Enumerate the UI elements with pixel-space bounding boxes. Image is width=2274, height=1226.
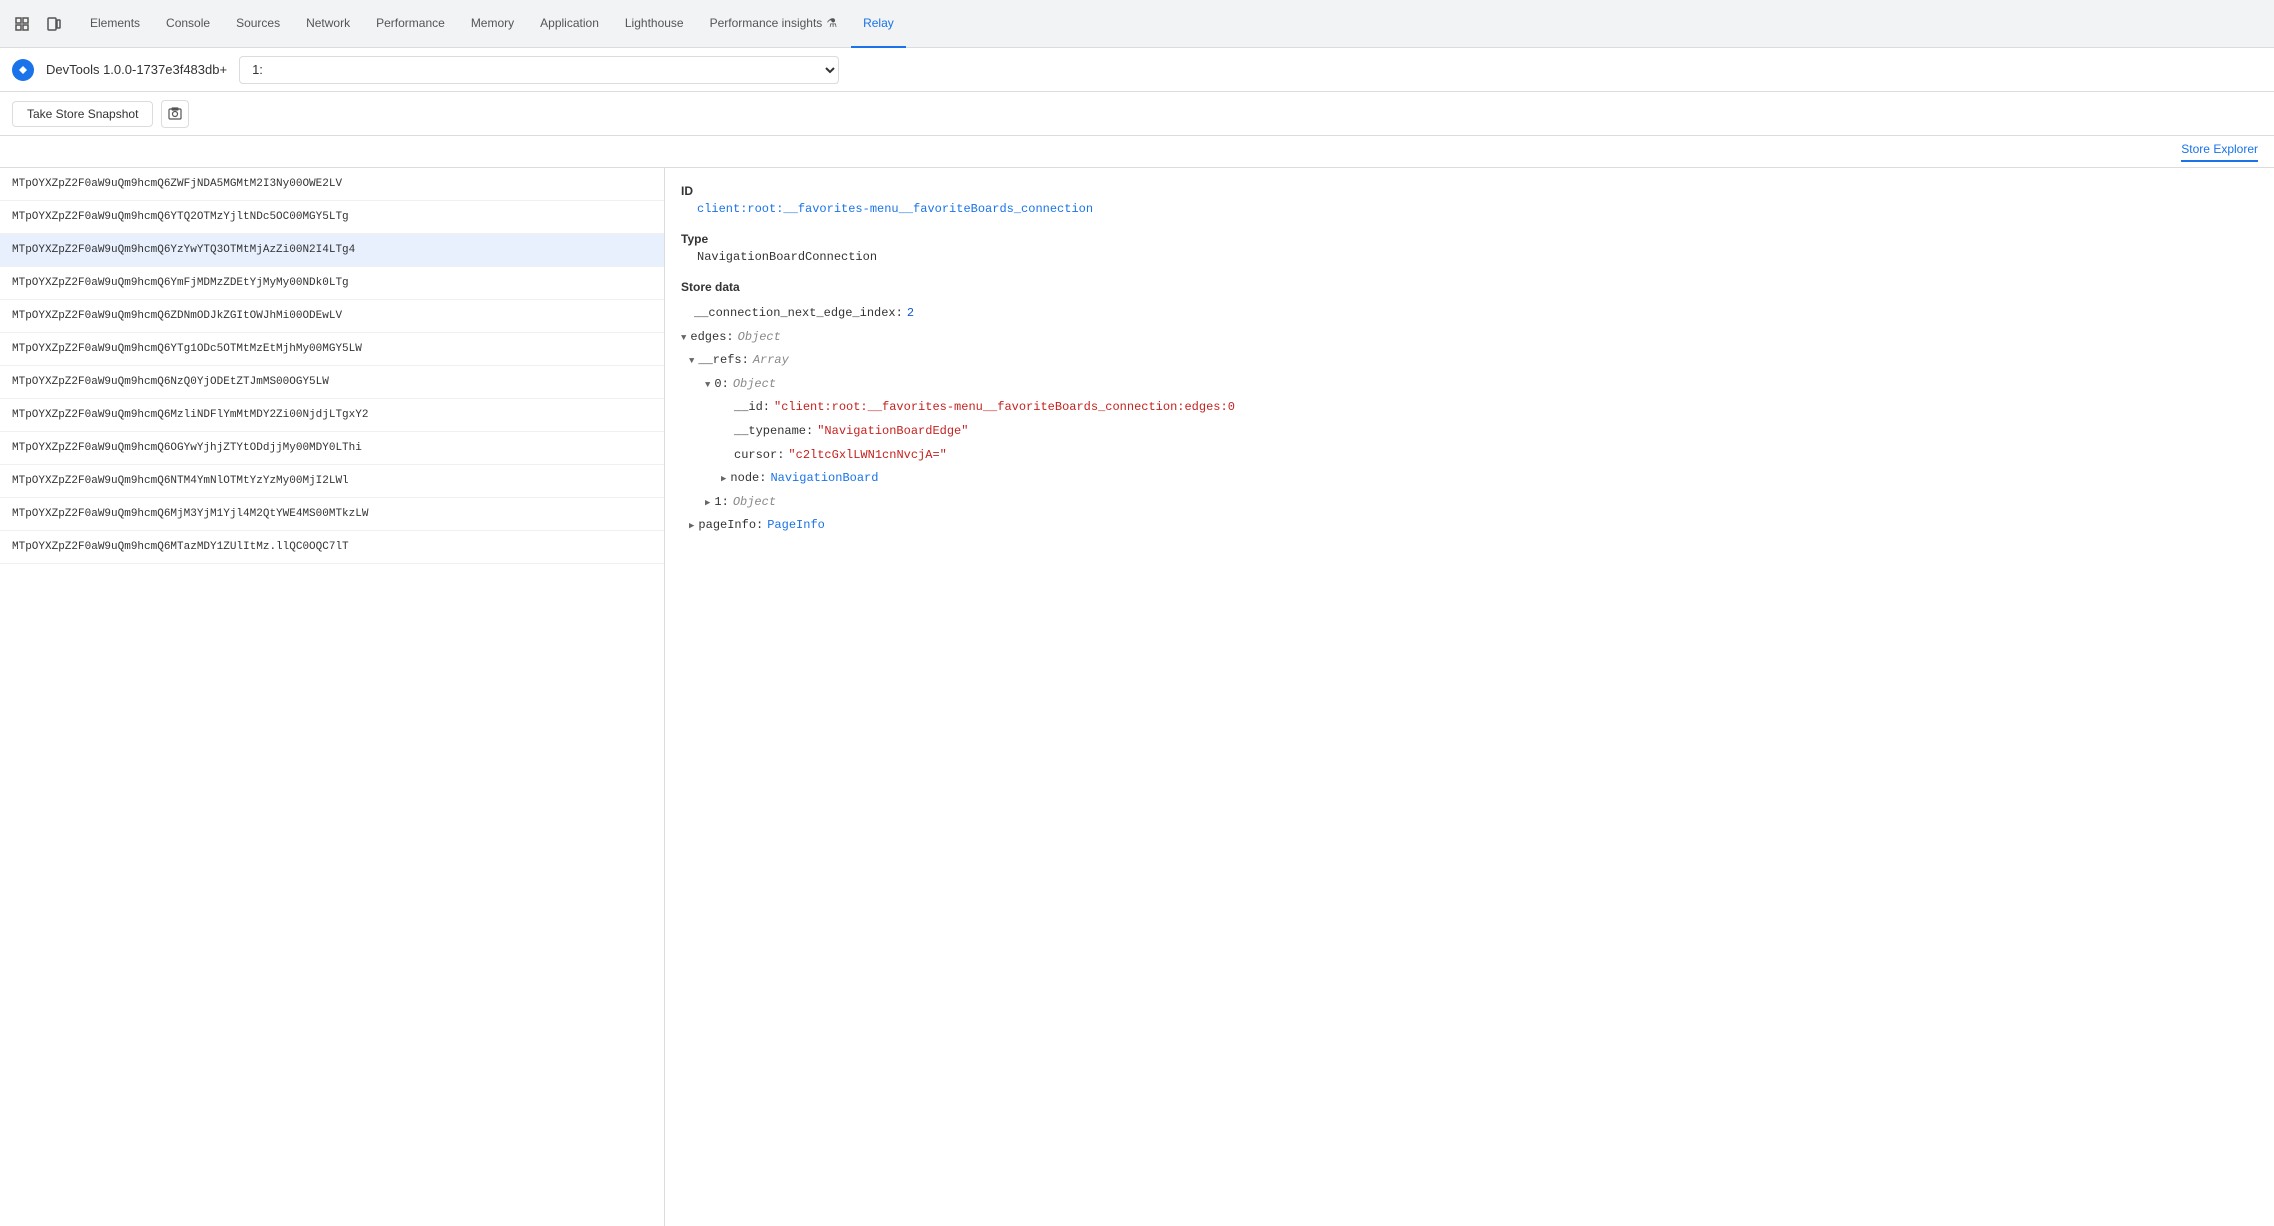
list-item[interactable]: MTpOYXZpZ2F0aW9uQm9hcmQ6MTazMDY1ZUlItMz.… xyxy=(0,531,664,564)
store-data-section: Store data __connection_next_edge_index:… xyxy=(681,280,2258,538)
tree-row-id: __id: "client:root:__favorites-menu__fav… xyxy=(681,396,2258,420)
tree-row-typename: __typename: "NavigationBoardEdge" xyxy=(681,420,2258,444)
tab-memory[interactable]: Memory xyxy=(459,0,526,48)
performance-insights-icon: ⚗ xyxy=(826,16,837,30)
list-item[interactable]: MTpOYXZpZ2F0aW9uQm9hcmQ6NTM4YmNlOTMtYzYz… xyxy=(0,465,664,498)
list-item[interactable]: MTpOYXZpZ2F0aW9uQm9hcmQ6ZWFjNDA5MGMtM2I3… xyxy=(0,168,664,201)
action-bar: Take Store Snapshot xyxy=(0,92,2274,136)
list-item[interactable]: MTpOYXZpZ2F0aW9uQm9hcmQ6YTg1ODc5OTMtMzEt… xyxy=(0,333,664,366)
list-item[interactable]: MTpOYXZpZ2F0aW9uQm9hcmQ6OGYwYjhjZTYtODdj… xyxy=(0,432,664,465)
list-item[interactable]: MTpOYXZpZ2F0aW9uQm9hcmQ6YmFjMDMzZDEtYjMy… xyxy=(0,267,664,300)
id-label: ID xyxy=(681,184,2258,198)
cursor-value: "c2ltcGxlLWN1cnNvcjA=" xyxy=(788,445,946,467)
nav-icon-group xyxy=(8,10,68,38)
list-item[interactable]: MTpOYXZpZ2F0aW9uQm9hcmQ6YzYwYTQ3OTMtMjAz… xyxy=(0,234,664,267)
tree-row-cursor: cursor: "c2ltcGxlLWN1cnNvcjA=" xyxy=(681,444,2258,468)
item1-type: Object xyxy=(733,492,776,514)
take-snapshot-button[interactable]: Take Store Snapshot xyxy=(12,101,153,127)
devtools-toolbar: DevTools 1.0.0-1737e3f483db+ 1: xyxy=(0,48,2274,92)
tree-row-connection-index: __connection_next_edge_index: 2 xyxy=(681,302,2258,326)
refs-type: Array xyxy=(753,350,789,372)
snapshot-icon-button[interactable] xyxy=(161,100,189,128)
list-item[interactable]: MTpOYXZpZ2F0aW9uQm9hcmQ6MjM3YjM1Yjl4M2Qt… xyxy=(0,498,664,531)
id-section: ID client:root:__favorites-menu__favorit… xyxy=(681,184,2258,216)
chevron-right-icon xyxy=(689,515,698,537)
tree-row-item1[interactable]: 1: Object xyxy=(681,491,2258,515)
tab-relay[interactable]: Relay xyxy=(851,0,906,48)
tree-row-node[interactable]: node: NavigationBoard xyxy=(681,467,2258,491)
tab-application[interactable]: Application xyxy=(528,0,611,48)
chevron-down-icon xyxy=(689,350,698,372)
typename-value: "NavigationBoardEdge" xyxy=(817,421,968,443)
node-value: NavigationBoard xyxy=(770,468,878,490)
id-value: client:root:__favorites-menu__favoriteBo… xyxy=(681,202,2258,216)
store-explorer-bar: Store Explorer xyxy=(0,136,2274,168)
list-item[interactable]: MTpOYXZpZ2F0aW9uQm9hcmQ6MzliNDFlYmMtMDY2… xyxy=(0,399,664,432)
pageinfo-value: PageInfo xyxy=(767,515,825,537)
connection-index-value: 2 xyxy=(907,303,914,325)
tab-performance[interactable]: Performance xyxy=(364,0,457,48)
store-select[interactable]: 1: xyxy=(239,56,839,84)
store-tree: __connection_next_edge_index: 2 edges: O… xyxy=(681,302,2258,538)
edges-type: Object xyxy=(738,327,781,349)
type-value: NavigationBoardConnection xyxy=(681,250,2258,264)
tab-performance-insights[interactable]: Performance insights ⚗ xyxy=(698,0,849,48)
item0-type: Object xyxy=(733,374,776,396)
list-item[interactable]: MTpOYXZpZ2F0aW9uQm9hcmQ6NzQ0YjODEtZTJmMS… xyxy=(0,366,664,399)
cursor-icon-btn[interactable] xyxy=(8,10,36,38)
type-section: Type NavigationBoardConnection xyxy=(681,232,2258,264)
tab-network[interactable]: Network xyxy=(294,0,362,48)
tab-lighthouse[interactable]: Lighthouse xyxy=(613,0,696,48)
store-list-panel: MTpOYXZpZ2F0aW9uQm9hcmQ6ZWFjNDA5MGMtM2I3… xyxy=(0,168,665,1226)
top-nav-bar: Elements Console Sources Network Perform… xyxy=(0,0,2274,48)
tree-row-item0[interactable]: 0: Object xyxy=(681,373,2258,397)
chevron-down-icon xyxy=(681,327,690,349)
tab-elements[interactable]: Elements xyxy=(78,0,152,48)
list-item[interactable]: MTpOYXZpZ2F0aW9uQm9hcmQ6YTQ2OTMzYjltNDc5… xyxy=(0,201,664,234)
store-detail-panel: ID client:root:__favorites-menu__favorit… xyxy=(665,168,2274,1226)
chevron-right-icon xyxy=(705,492,714,514)
devtools-title: DevTools 1.0.0-1737e3f483db+ xyxy=(46,62,227,77)
store-data-label: Store data xyxy=(681,280,2258,294)
tree-row-refs[interactable]: __refs: Array xyxy=(681,349,2258,373)
tree-row-edges[interactable]: edges: Object xyxy=(681,326,2258,350)
type-label: Type xyxy=(681,232,2258,246)
device-icon-btn[interactable] xyxy=(40,10,68,38)
id-str-value: "client:root:__favorites-menu__favoriteB… xyxy=(774,397,1235,419)
main-content: MTpOYXZpZ2F0aW9uQm9hcmQ6ZWFjNDA5MGMtM2I3… xyxy=(0,168,2274,1226)
store-explorer-label[interactable]: Store Explorer xyxy=(2181,142,2258,162)
devtools-logo-icon xyxy=(12,59,34,81)
tab-console[interactable]: Console xyxy=(154,0,222,48)
chevron-right-icon xyxy=(721,468,730,490)
chevron-down-icon xyxy=(705,374,714,396)
tab-sources[interactable]: Sources xyxy=(224,0,292,48)
list-item[interactable]: MTpOYXZpZ2F0aW9uQm9hcmQ6ZDNmODJkZGItOWJh… xyxy=(0,300,664,333)
tree-row-pageinfo[interactable]: pageInfo: PageInfo xyxy=(681,514,2258,538)
